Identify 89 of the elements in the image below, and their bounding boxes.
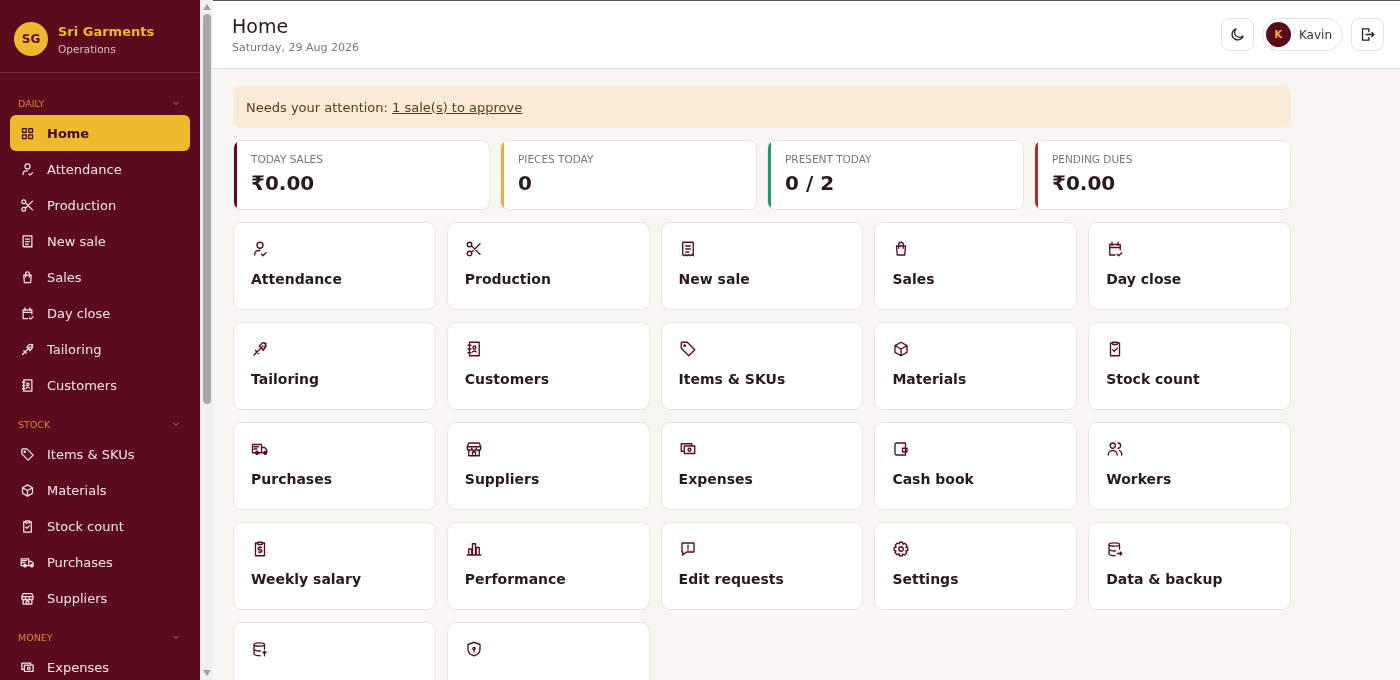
- shortcut-tile[interactable]: Settings: [874, 522, 1078, 610]
- scroll-down-icon[interactable]: [202, 670, 211, 676]
- sidebar-item[interactable]: Customers: [10, 367, 190, 403]
- cube-icon: [892, 340, 911, 358]
- shortcut-tile[interactable]: Suppliers: [446, 422, 650, 510]
- shortcut-tile[interactable]: New sale: [660, 222, 864, 310]
- sidebar-item[interactable]: Stock count: [10, 508, 190, 544]
- message-alert-icon: [678, 540, 697, 558]
- database-upload-icon: [251, 640, 269, 658]
- grid-icon: [20, 125, 35, 141]
- storefront-icon: [464, 440, 483, 458]
- contact-book-icon: [20, 377, 35, 393]
- shortcut-tile[interactable]: Performance: [446, 522, 650, 610]
- shortcut-tile[interactable]: Customers: [446, 322, 650, 410]
- brand-subtitle: Operations: [58, 42, 117, 55]
- stat-label: PRESENT TODAY: [785, 153, 872, 165]
- logout-icon: [1359, 26, 1376, 43]
- shortcut-tile[interactable]: Materials: [874, 322, 1078, 410]
- tag-icon: [20, 446, 35, 462]
- database-arrow-icon: [1106, 540, 1125, 558]
- sidebar-item[interactable]: Home: [10, 115, 190, 151]
- sidebar-item[interactable]: Materials: [10, 472, 190, 508]
- receipt-icon: [20, 233, 35, 249]
- sidebar-item[interactable]: Production: [10, 187, 190, 223]
- page-date: Saturday, 29 Aug 2026: [232, 41, 360, 54]
- shortcut-tile[interactable]: Workers: [1088, 422, 1291, 510]
- shield-icon: [464, 640, 483, 658]
- shortcut-tile[interactable]: Expenses: [660, 422, 864, 510]
- sidebar-item[interactable]: Attendance: [10, 151, 190, 187]
- user-check-icon: [20, 161, 35, 177]
- people-icon: [1106, 440, 1125, 458]
- theme-toggle-button[interactable]: [1220, 18, 1254, 51]
- sidebar-item[interactable]: Day close: [10, 295, 190, 331]
- needle-thread-icon: [20, 341, 35, 357]
- shortcut-tile[interactable]: Sales: [874, 222, 1078, 310]
- tag-icon: [678, 340, 697, 358]
- section-label: MONEY: [18, 631, 53, 643]
- stat-label: PENDING DUES: [1052, 153, 1133, 165]
- bar-chart-icon: [464, 540, 483, 558]
- stat-label: PIECES TODAY: [518, 153, 594, 165]
- brand-logo: SG: [14, 22, 48, 56]
- scissors-icon: [20, 197, 35, 213]
- cash-icon: [20, 659, 35, 675]
- scissors-icon: [464, 240, 483, 258]
- user-check-icon: [251, 240, 269, 258]
- stat-value: ₹0.00: [1052, 171, 1117, 195]
- shortcut-tile[interactable]: Weekly salary: [233, 522, 436, 610]
- stat-value: 0: [518, 171, 533, 195]
- needle-thread-icon: [251, 340, 269, 358]
- shortcut-tile[interactable]: Edit requests: [660, 522, 864, 610]
- clipboard-check-icon: [20, 518, 35, 534]
- sidebar-item[interactable]: Purchases: [10, 544, 190, 580]
- shortcut-tile[interactable]: Attendance: [233, 222, 436, 310]
- approve-link[interactable]: 1 sale(s) to approve: [392, 99, 523, 115]
- user-menu-button[interactable]: K Kavin: [1261, 18, 1343, 51]
- shortcut-tile[interactable]: Items & SKUs: [660, 322, 864, 410]
- logout-button[interactable]: [1351, 18, 1384, 51]
- attention-text: Needs your attention:: [246, 99, 389, 115]
- shortcut-tile[interactable]: Cash book: [874, 422, 1078, 510]
- sidebar-item[interactable]: Suppliers: [10, 580, 190, 616]
- shopping-bag-icon: [20, 269, 35, 285]
- sidebar-item[interactable]: Expenses: [10, 649, 190, 680]
- scrollbar-thumb[interactable]: [202, 14, 211, 404]
- stat-value: ₹0.00: [251, 171, 316, 195]
- shortcut-tile[interactable]: Production: [446, 222, 650, 310]
- stat-label: TODAY SALES: [251, 153, 323, 165]
- shortcut-tile[interactable]: Data & backup: [1088, 522, 1291, 610]
- moon-icon: [1228, 26, 1246, 43]
- brand-name: Sri Garments: [58, 23, 155, 39]
- storefront-icon: [20, 590, 35, 606]
- calendar-check-icon: [20, 305, 35, 321]
- cube-icon: [20, 482, 35, 498]
- calendar-check-icon: [1106, 240, 1125, 258]
- sidebar-item[interactable]: Tailoring: [10, 331, 190, 367]
- wallet-icon: [892, 440, 911, 458]
- shortcut-tile[interactable]: Tailoring: [233, 322, 436, 410]
- stat-value: 0 / 2: [785, 171, 836, 195]
- sidebar-item[interactable]: New sale: [10, 223, 190, 259]
- shortcut-tile[interactable]: Stock count: [1088, 322, 1291, 410]
- section-label: DAILY: [18, 97, 45, 109]
- sidebar-item[interactable]: Items & SKUs: [10, 436, 190, 472]
- shortcut-tile[interactable]: Purchases: [233, 422, 436, 510]
- settings-icon: [892, 540, 911, 558]
- user-avatar: K: [1265, 22, 1291, 47]
- shortcut-tile[interactable]: Day close: [1088, 222, 1291, 310]
- section-label: STOCK: [18, 418, 51, 430]
- contact-book-icon: [464, 340, 483, 358]
- page-title: Home: [232, 15, 290, 37]
- sidebar-item[interactable]: Sales: [10, 259, 190, 295]
